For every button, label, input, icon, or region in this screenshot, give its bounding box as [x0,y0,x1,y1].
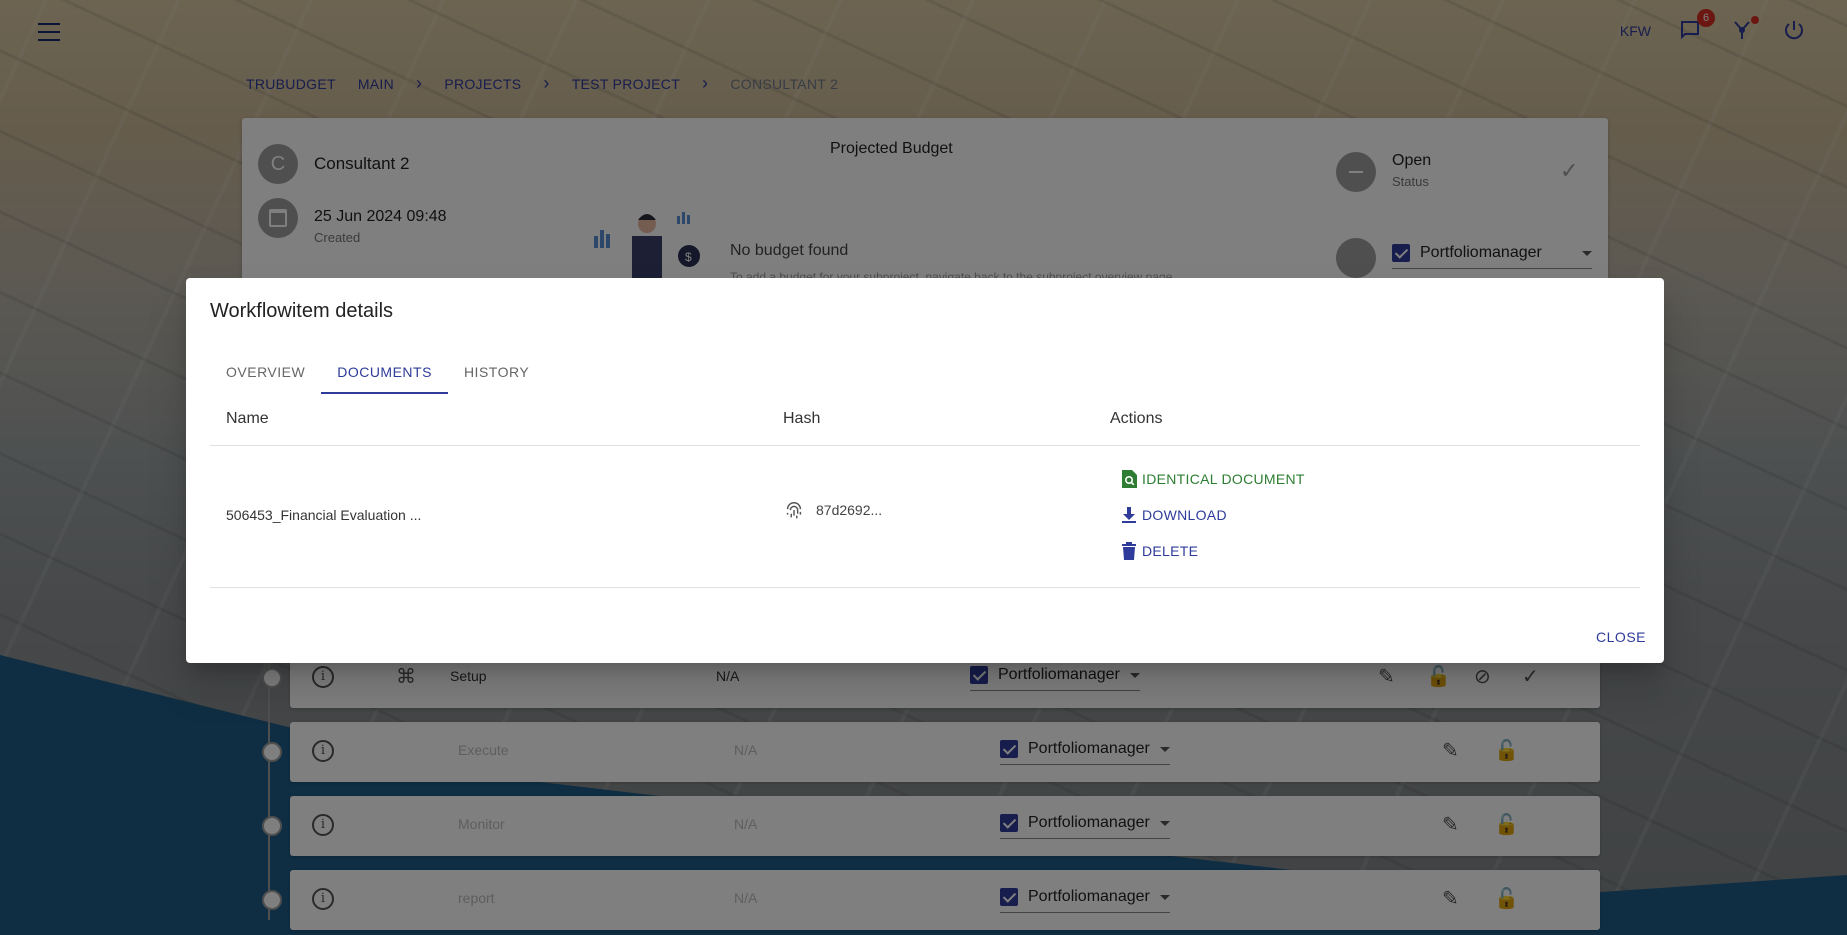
dialog-tabs: OVERVIEW DOCUMENTS HISTORY [210,350,545,394]
workflowitem-details-dialog: Workflowitem details OVERVIEW DOCUMENTS … [186,278,1664,663]
column-header-actions: Actions [1110,410,1163,427]
download-label: DOWNLOAD [1142,507,1227,523]
tab-overview[interactable]: OVERVIEW [210,350,321,394]
download-button[interactable]: DOWNLOAD [1120,504,1305,526]
table-header: Name Hash Actions [210,390,1640,446]
column-header-name: Name [226,410,269,427]
documents-table: Name Hash Actions 506453_Financial Evalu… [210,390,1640,588]
column-header-hash: Hash [783,410,821,427]
dialog-title: Workflowitem details [210,300,394,322]
table-row: 506453_Financial Evaluation ... 87d2692.… [210,446,1640,588]
tab-documents[interactable]: DOCUMENTS [321,350,448,394]
identical-document-label: IDENTICAL DOCUMENT [1142,471,1305,487]
document-name: 506453_Financial Evaluation ... [226,507,422,523]
identical-document-button[interactable]: IDENTICAL DOCUMENT [1120,468,1305,490]
delete-label: DELETE [1142,543,1199,559]
tab-history[interactable]: HISTORY [448,350,545,394]
document-actions: IDENTICAL DOCUMENT DOWNLOAD DELETE [1120,468,1305,562]
fingerprint-icon [786,502,802,519]
document-search-icon [1122,470,1137,488]
download-icon [1122,507,1136,523]
document-hash: 87d2692... [816,502,883,518]
close-button[interactable]: CLOSE [1596,629,1646,645]
delete-button[interactable]: DELETE [1120,540,1305,562]
trash-icon [1122,542,1136,560]
